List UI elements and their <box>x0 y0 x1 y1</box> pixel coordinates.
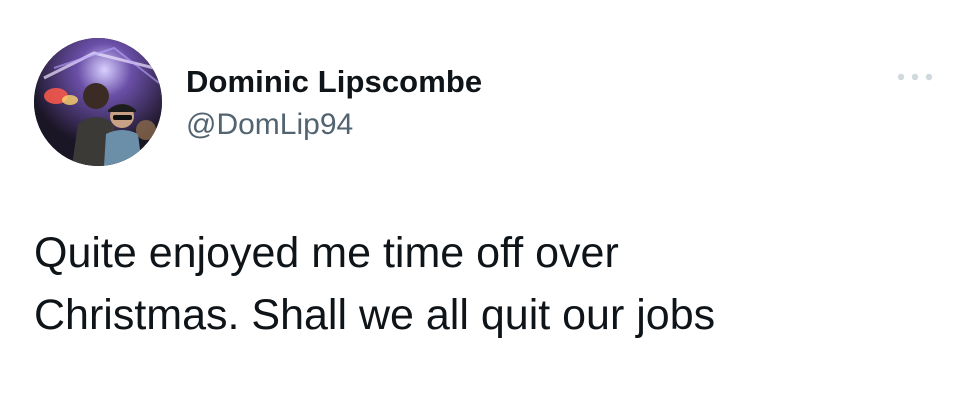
tweet-card: Dominic Lipscombe @DomLip94 Quite enjoye… <box>0 0 974 403</box>
more-horizontal-icon <box>897 73 933 81</box>
author-handle[interactable]: @DomLip94 <box>186 108 353 142</box>
avatar[interactable] <box>34 38 162 166</box>
author-display-name[interactable]: Dominic Lipscombe <box>186 64 482 100</box>
avatar-photo-icon <box>34 38 162 166</box>
tweet-text: Quite enjoyed me time off over Christmas… <box>34 229 716 339</box>
more-options-button[interactable] <box>892 62 938 92</box>
